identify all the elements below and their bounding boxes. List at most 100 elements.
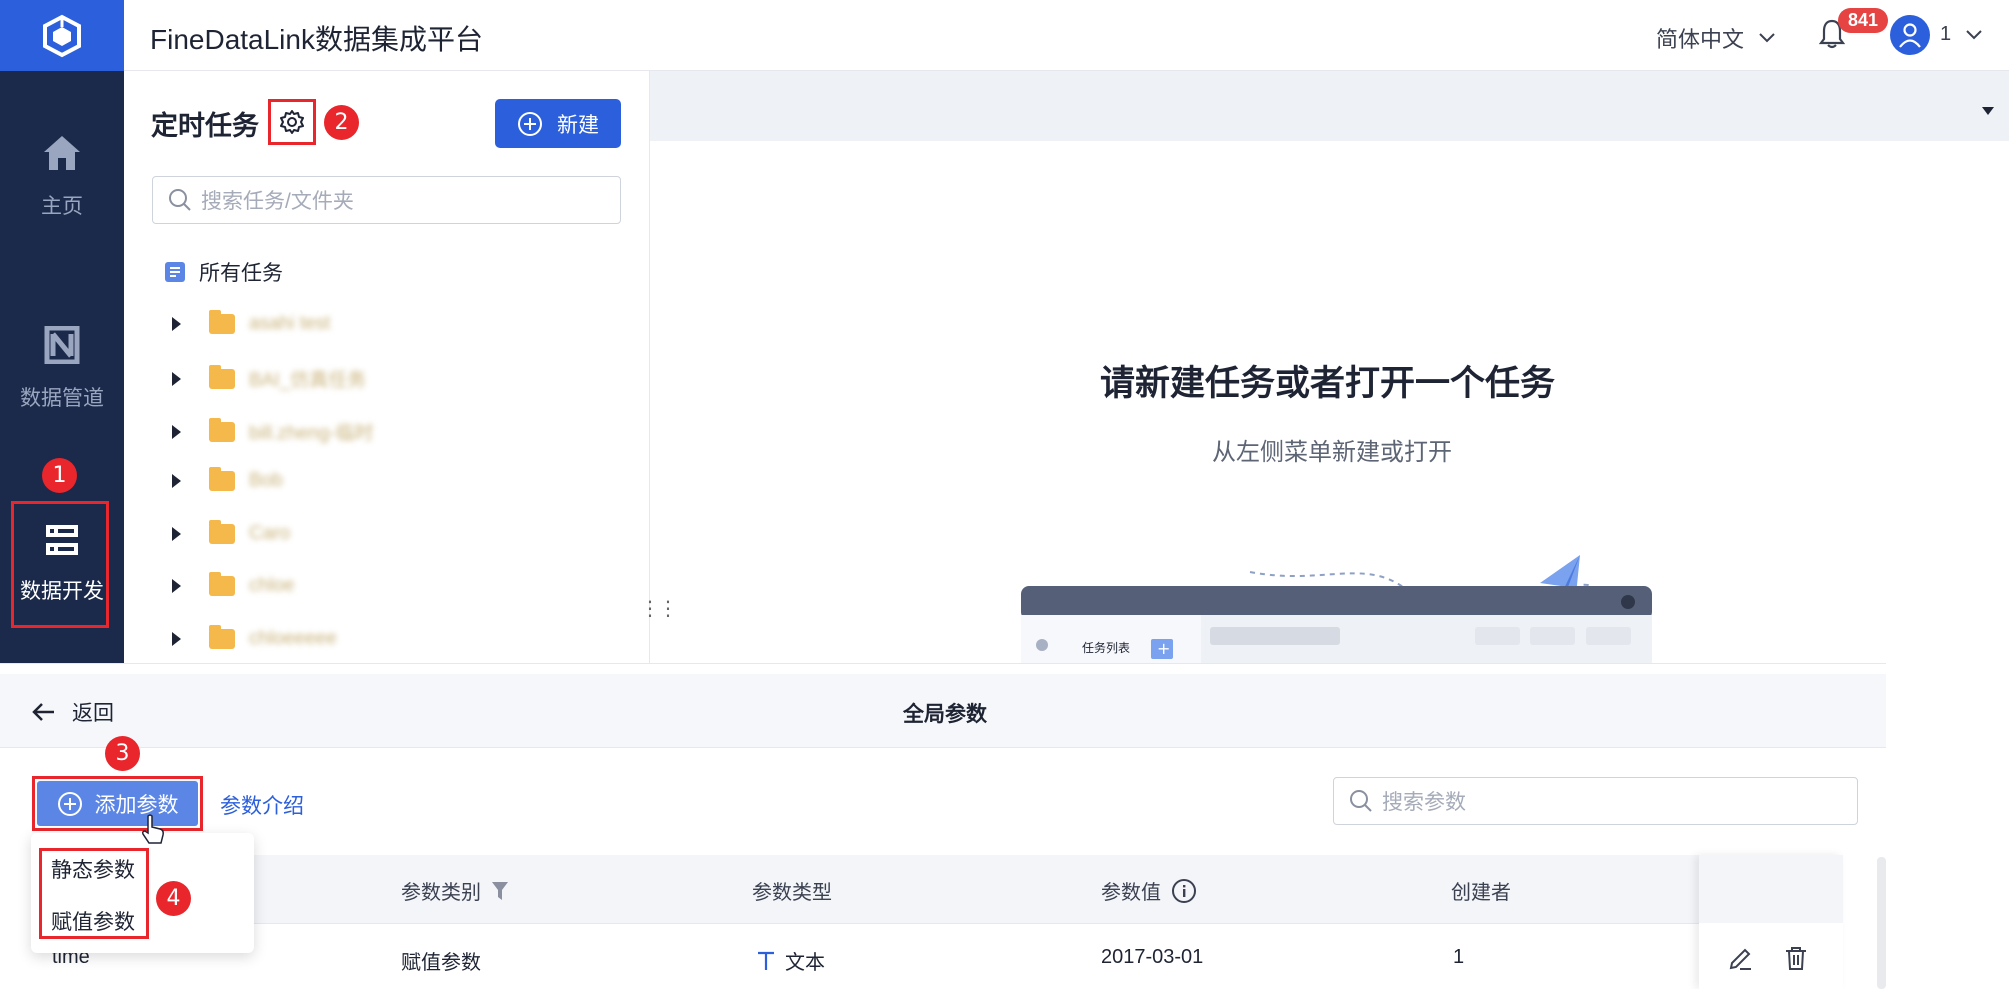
illustration-label: 任务列表 xyxy=(1082,640,1130,655)
language-label: 简体中文 xyxy=(1656,27,1745,52)
all-tasks-label: 所有任务 xyxy=(199,262,283,285)
folder-icon xyxy=(209,572,235,596)
user-name: 1 xyxy=(1940,23,1952,45)
column-label: 创建者 xyxy=(1451,882,1511,904)
column-header-creator: 创建者 xyxy=(1451,876,1511,905)
step-marker-2: 2 xyxy=(324,105,359,140)
folder-icon xyxy=(209,625,235,649)
folder-name: BAI_仿真任务 xyxy=(249,370,367,391)
notification-badge: 841 xyxy=(1838,8,1889,33)
expand-arrow-icon[interactable] xyxy=(172,527,181,541)
plus-circle-icon xyxy=(57,791,82,816)
avatar[interactable] xyxy=(1890,15,1930,55)
language-selector[interactable]: 简体中文 xyxy=(1656,22,1776,54)
table-cell-value: 2017-03-01 xyxy=(1101,946,1204,968)
home-icon xyxy=(44,136,80,170)
global-params-title: 全局参数 xyxy=(903,703,987,726)
nav-label-pipeline: 数据管道 xyxy=(20,387,104,410)
search-icon xyxy=(1350,790,1372,812)
pipeline-icon xyxy=(44,326,80,364)
delete-icon[interactable] xyxy=(1784,945,1808,971)
table-cell-creator: 1 xyxy=(1453,946,1465,968)
cube-logo-icon xyxy=(43,14,81,57)
resize-handle-icon[interactable]: ⋮⋮ xyxy=(640,596,678,621)
app-logo[interactable] xyxy=(0,0,124,71)
empty-state-title: 请新建任务或者打开一个任务 xyxy=(1100,364,1556,403)
table-header xyxy=(31,855,1843,923)
expand-arrow-icon[interactable] xyxy=(172,632,181,646)
nav-item-pipeline[interactable]: 数据管道 xyxy=(0,326,124,412)
settings-button[interactable] xyxy=(268,99,316,145)
folder-icon xyxy=(209,417,235,442)
column-header-category: 参数类别 xyxy=(401,876,509,905)
folder-name: chloeeeee xyxy=(249,628,337,649)
plus-circle-icon xyxy=(518,111,542,136)
table-cell-category: 赋值参数 xyxy=(401,952,481,974)
folder-row[interactable]: bill.zheng-临时 xyxy=(172,417,374,445)
step-marker-3: 3 xyxy=(105,736,140,771)
task-list-icon xyxy=(165,262,185,282)
folder-name: chloe xyxy=(249,575,295,596)
tab-strip xyxy=(650,71,2009,141)
gear-icon xyxy=(280,110,304,134)
arrow-left-icon xyxy=(32,703,54,721)
user-icon xyxy=(1899,23,1921,48)
column-label: 参数值 xyxy=(1101,882,1161,904)
nav-item-home[interactable]: 主页 xyxy=(0,134,124,220)
folder-row[interactable]: Caro xyxy=(172,520,291,545)
filter-icon[interactable] xyxy=(491,881,509,901)
chevron-down-icon xyxy=(1966,29,1982,39)
back-button[interactable]: 返回 xyxy=(32,697,114,727)
column-label: 参数类型 xyxy=(752,882,832,904)
folder-name: Bob xyxy=(249,470,283,491)
task-panel-title: 定时任务 xyxy=(151,111,259,141)
new-task-button[interactable]: 新建 xyxy=(495,99,621,148)
edit-icon[interactable] xyxy=(1727,946,1753,972)
add-param-button[interactable]: 添加参数 xyxy=(37,781,198,826)
folder-icon xyxy=(209,467,235,491)
svg-text:+: + xyxy=(1157,639,1170,658)
info-icon[interactable] xyxy=(1171,878,1197,904)
folder-row[interactable]: asahi test xyxy=(172,310,331,335)
type-label: 文本 xyxy=(785,952,825,974)
expand-arrow-icon[interactable] xyxy=(172,371,181,386)
folder-icon xyxy=(209,520,235,544)
folder-row[interactable]: BAI_仿真任务 xyxy=(172,364,367,392)
table-cell-type: 文本 xyxy=(757,946,825,975)
param-search-placeholder: 搜索参数 xyxy=(1382,791,1466,814)
task-search-input[interactable]: 搜索任务/文件夹 xyxy=(152,176,621,224)
folder-row[interactable]: Bob xyxy=(172,467,283,492)
search-icon xyxy=(169,189,191,211)
folder-name: asahi test xyxy=(249,313,331,334)
tab-dropdown-icon[interactable] xyxy=(1981,106,1995,116)
folder-name: bill.zheng-临时 xyxy=(249,423,374,444)
param-search-input[interactable]: 搜索参数 xyxy=(1333,777,1858,825)
user-menu[interactable]: 1 xyxy=(1940,23,1983,46)
column-header-value: 参数值 xyxy=(1101,876,1197,905)
column-label: 参数类别 xyxy=(401,882,481,904)
hand-cursor-icon xyxy=(142,814,164,844)
scrollbar[interactable] xyxy=(1877,857,1886,989)
task-search-placeholder: 搜索任务/文件夹 xyxy=(201,190,354,213)
text-type-icon xyxy=(758,951,774,970)
expand-arrow-icon[interactable] xyxy=(172,579,181,593)
all-tasks-root[interactable]: 所有任务 xyxy=(163,257,283,287)
empty-state-subtitle: 从左侧菜单新建或打开 xyxy=(1212,439,1452,466)
column-header-type: 参数类型 xyxy=(752,876,832,905)
param-intro-link[interactable]: 参数介绍 xyxy=(220,790,304,820)
step-marker-4: 4 xyxy=(156,881,191,916)
highlight-box xyxy=(39,848,149,939)
folder-row[interactable]: chloeeeee xyxy=(172,625,337,650)
expand-arrow-icon[interactable] xyxy=(172,424,181,439)
folder-name: Caro xyxy=(249,523,291,544)
expand-arrow-icon[interactable] xyxy=(172,474,181,488)
expand-arrow-icon[interactable] xyxy=(172,317,181,331)
folder-row[interactable]: chloe xyxy=(172,572,295,597)
back-label: 返回 xyxy=(72,702,114,725)
empty-state-illustration: 任务列表 + xyxy=(1021,555,1652,663)
chevron-down-icon xyxy=(1759,33,1775,43)
new-task-label: 新建 xyxy=(557,113,599,137)
step-marker-1: 1 xyxy=(42,458,77,493)
highlight-box xyxy=(11,501,109,628)
divider xyxy=(31,923,1699,924)
